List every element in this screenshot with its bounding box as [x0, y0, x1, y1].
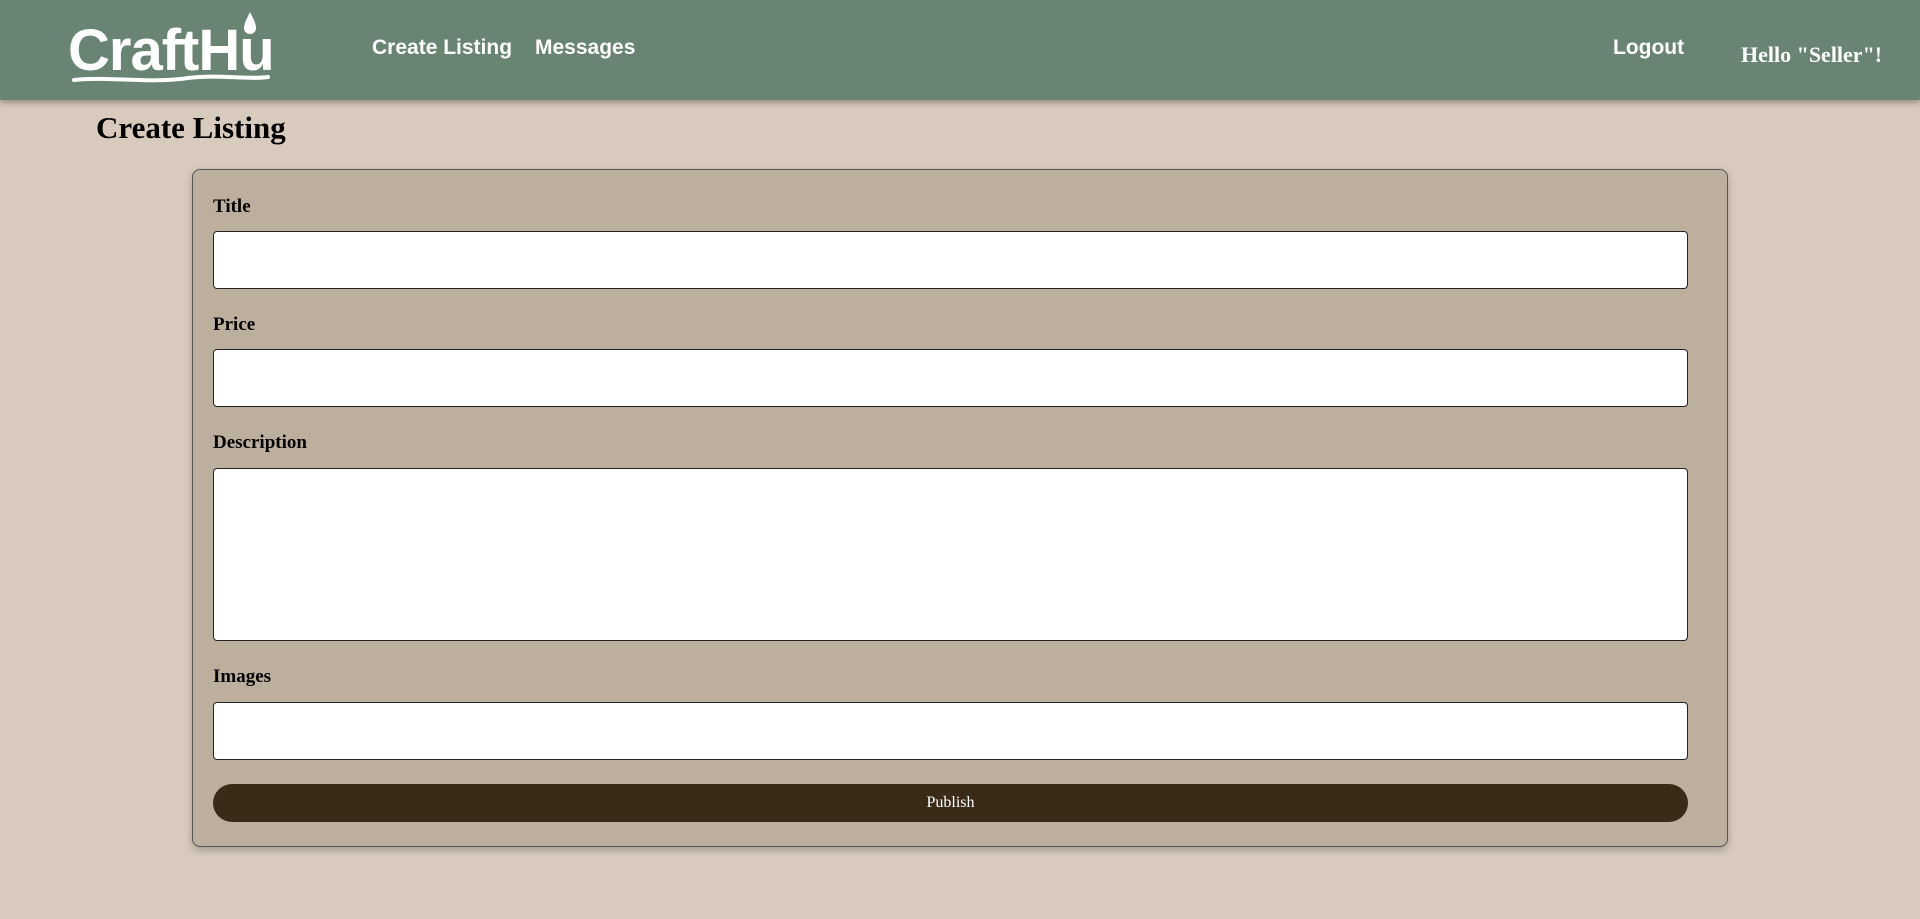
- nav-messages-link[interactable]: Messages: [535, 36, 635, 60]
- nav-create-listing-link[interactable]: Create Listing: [372, 36, 512, 60]
- images-input[interactable]: [213, 702, 1688, 760]
- svg-text:CraftHub: CraftHub: [68, 18, 273, 83]
- title-input[interactable]: [213, 231, 1688, 289]
- user-greeting: Hello "Seller"!: [1741, 42, 1883, 67]
- description-label: Description: [213, 432, 307, 453]
- drop-icon: [244, 12, 256, 34]
- price-input[interactable]: [213, 349, 1688, 407]
- price-label: Price: [213, 314, 256, 335]
- images-label: Images: [213, 666, 272, 687]
- description-textarea[interactable]: [213, 468, 1688, 641]
- publish-button[interactable]: Publish: [213, 784, 1688, 822]
- top-navbar: CraftHub Create Listing Messages Logout …: [0, 0, 1920, 100]
- page-title: Create Listing: [96, 110, 286, 145]
- create-listing-form: Title Price Description Images Publish: [192, 169, 1728, 847]
- logout-link[interactable]: Logout: [1613, 36, 1684, 60]
- crafthub-logo[interactable]: CraftHub: [68, 10, 273, 88]
- title-label: Title: [213, 196, 251, 217]
